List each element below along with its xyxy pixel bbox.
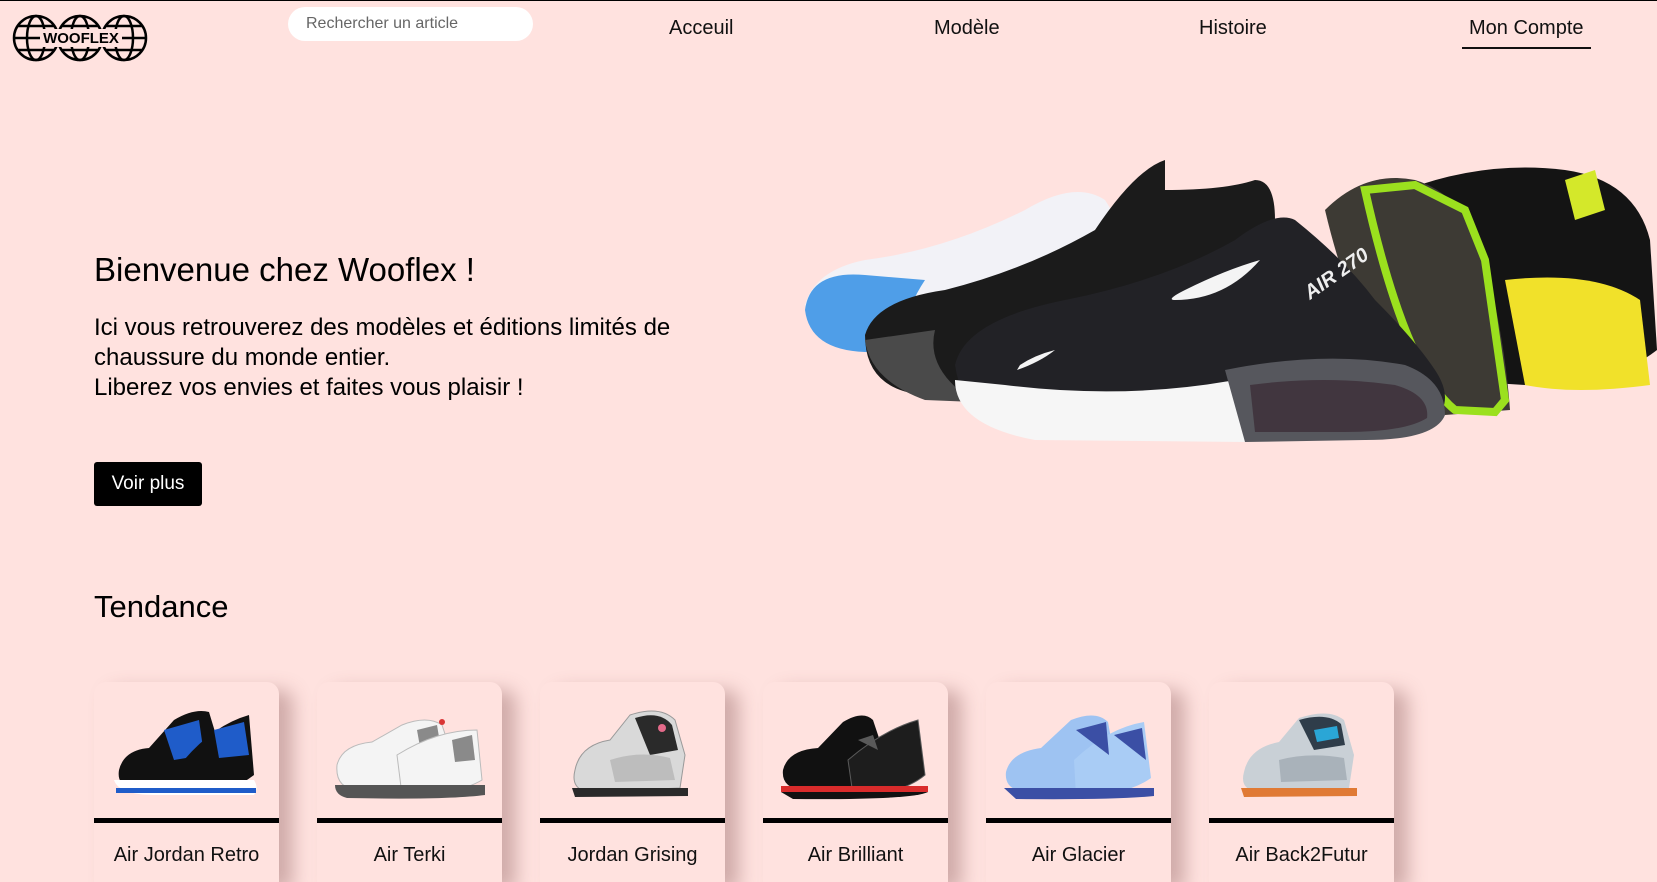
sneaker-image: [773, 700, 938, 810]
hero-text-line: Liberez vos envies et faites vous plaisi…: [94, 374, 524, 401]
product-card[interactable]: Air Terki: [317, 682, 502, 882]
top-border: [0, 0, 1657, 1]
nav-models[interactable]: Modèle: [934, 17, 1000, 40]
hero-text-line: chaussure du monde entier.: [94, 344, 391, 371]
sneaker-image: [996, 700, 1161, 810]
card-divider: [94, 818, 279, 823]
product-card[interactable]: Air Jordan Retro: [94, 682, 279, 882]
product-name: Jordan Grising: [567, 844, 698, 866]
product-card[interactable]: Air Glacier: [986, 682, 1171, 882]
product-card[interactable]: Air Back2Futur: [1209, 682, 1394, 882]
card-divider: [540, 818, 725, 823]
product-name: Air Terki: [373, 844, 446, 866]
logo[interactable]: WOOFLEX: [12, 10, 148, 66]
hero-text: Ici vous retrouverez des modèles et édit…: [94, 313, 744, 403]
sneaker-image: [1219, 700, 1384, 810]
card-divider: [317, 818, 502, 823]
search-input[interactable]: [288, 7, 533, 41]
sneaker-image: [104, 700, 269, 810]
card-divider: [763, 818, 948, 823]
nav-home[interactable]: Acceuil: [669, 17, 733, 40]
trending-title: Tendance: [94, 589, 229, 624]
nav-history[interactable]: Histoire: [1199, 17, 1267, 40]
product-name: Air Jordan Retro: [113, 844, 260, 866]
product-card[interactable]: Jordan Grising: [540, 682, 725, 882]
hero-sneakers-image: AIR 270: [805, 150, 1657, 470]
logo-text: WOOFLEX: [43, 30, 119, 47]
sneaker-image: [550, 700, 715, 810]
hero-text-line: Ici vous retrouverez des modèles et édit…: [94, 314, 671, 341]
see-more-button[interactable]: Voir plus: [94, 462, 202, 506]
hero-title: Bienvenue chez Wooflex !: [94, 251, 475, 288]
sneaker-image: [327, 700, 492, 810]
card-divider: [1209, 818, 1394, 823]
product-card[interactable]: Air Brilliant: [763, 682, 948, 882]
product-name: Air Back2Futur: [1235, 844, 1368, 866]
card-divider: [986, 818, 1171, 823]
product-name: Air Brilliant: [807, 844, 904, 866]
globe-logo-icon: WOOFLEX: [12, 14, 148, 62]
product-name: Air Glacier: [1031, 844, 1126, 866]
nav-account[interactable]: Mon Compte: [1462, 17, 1591, 49]
